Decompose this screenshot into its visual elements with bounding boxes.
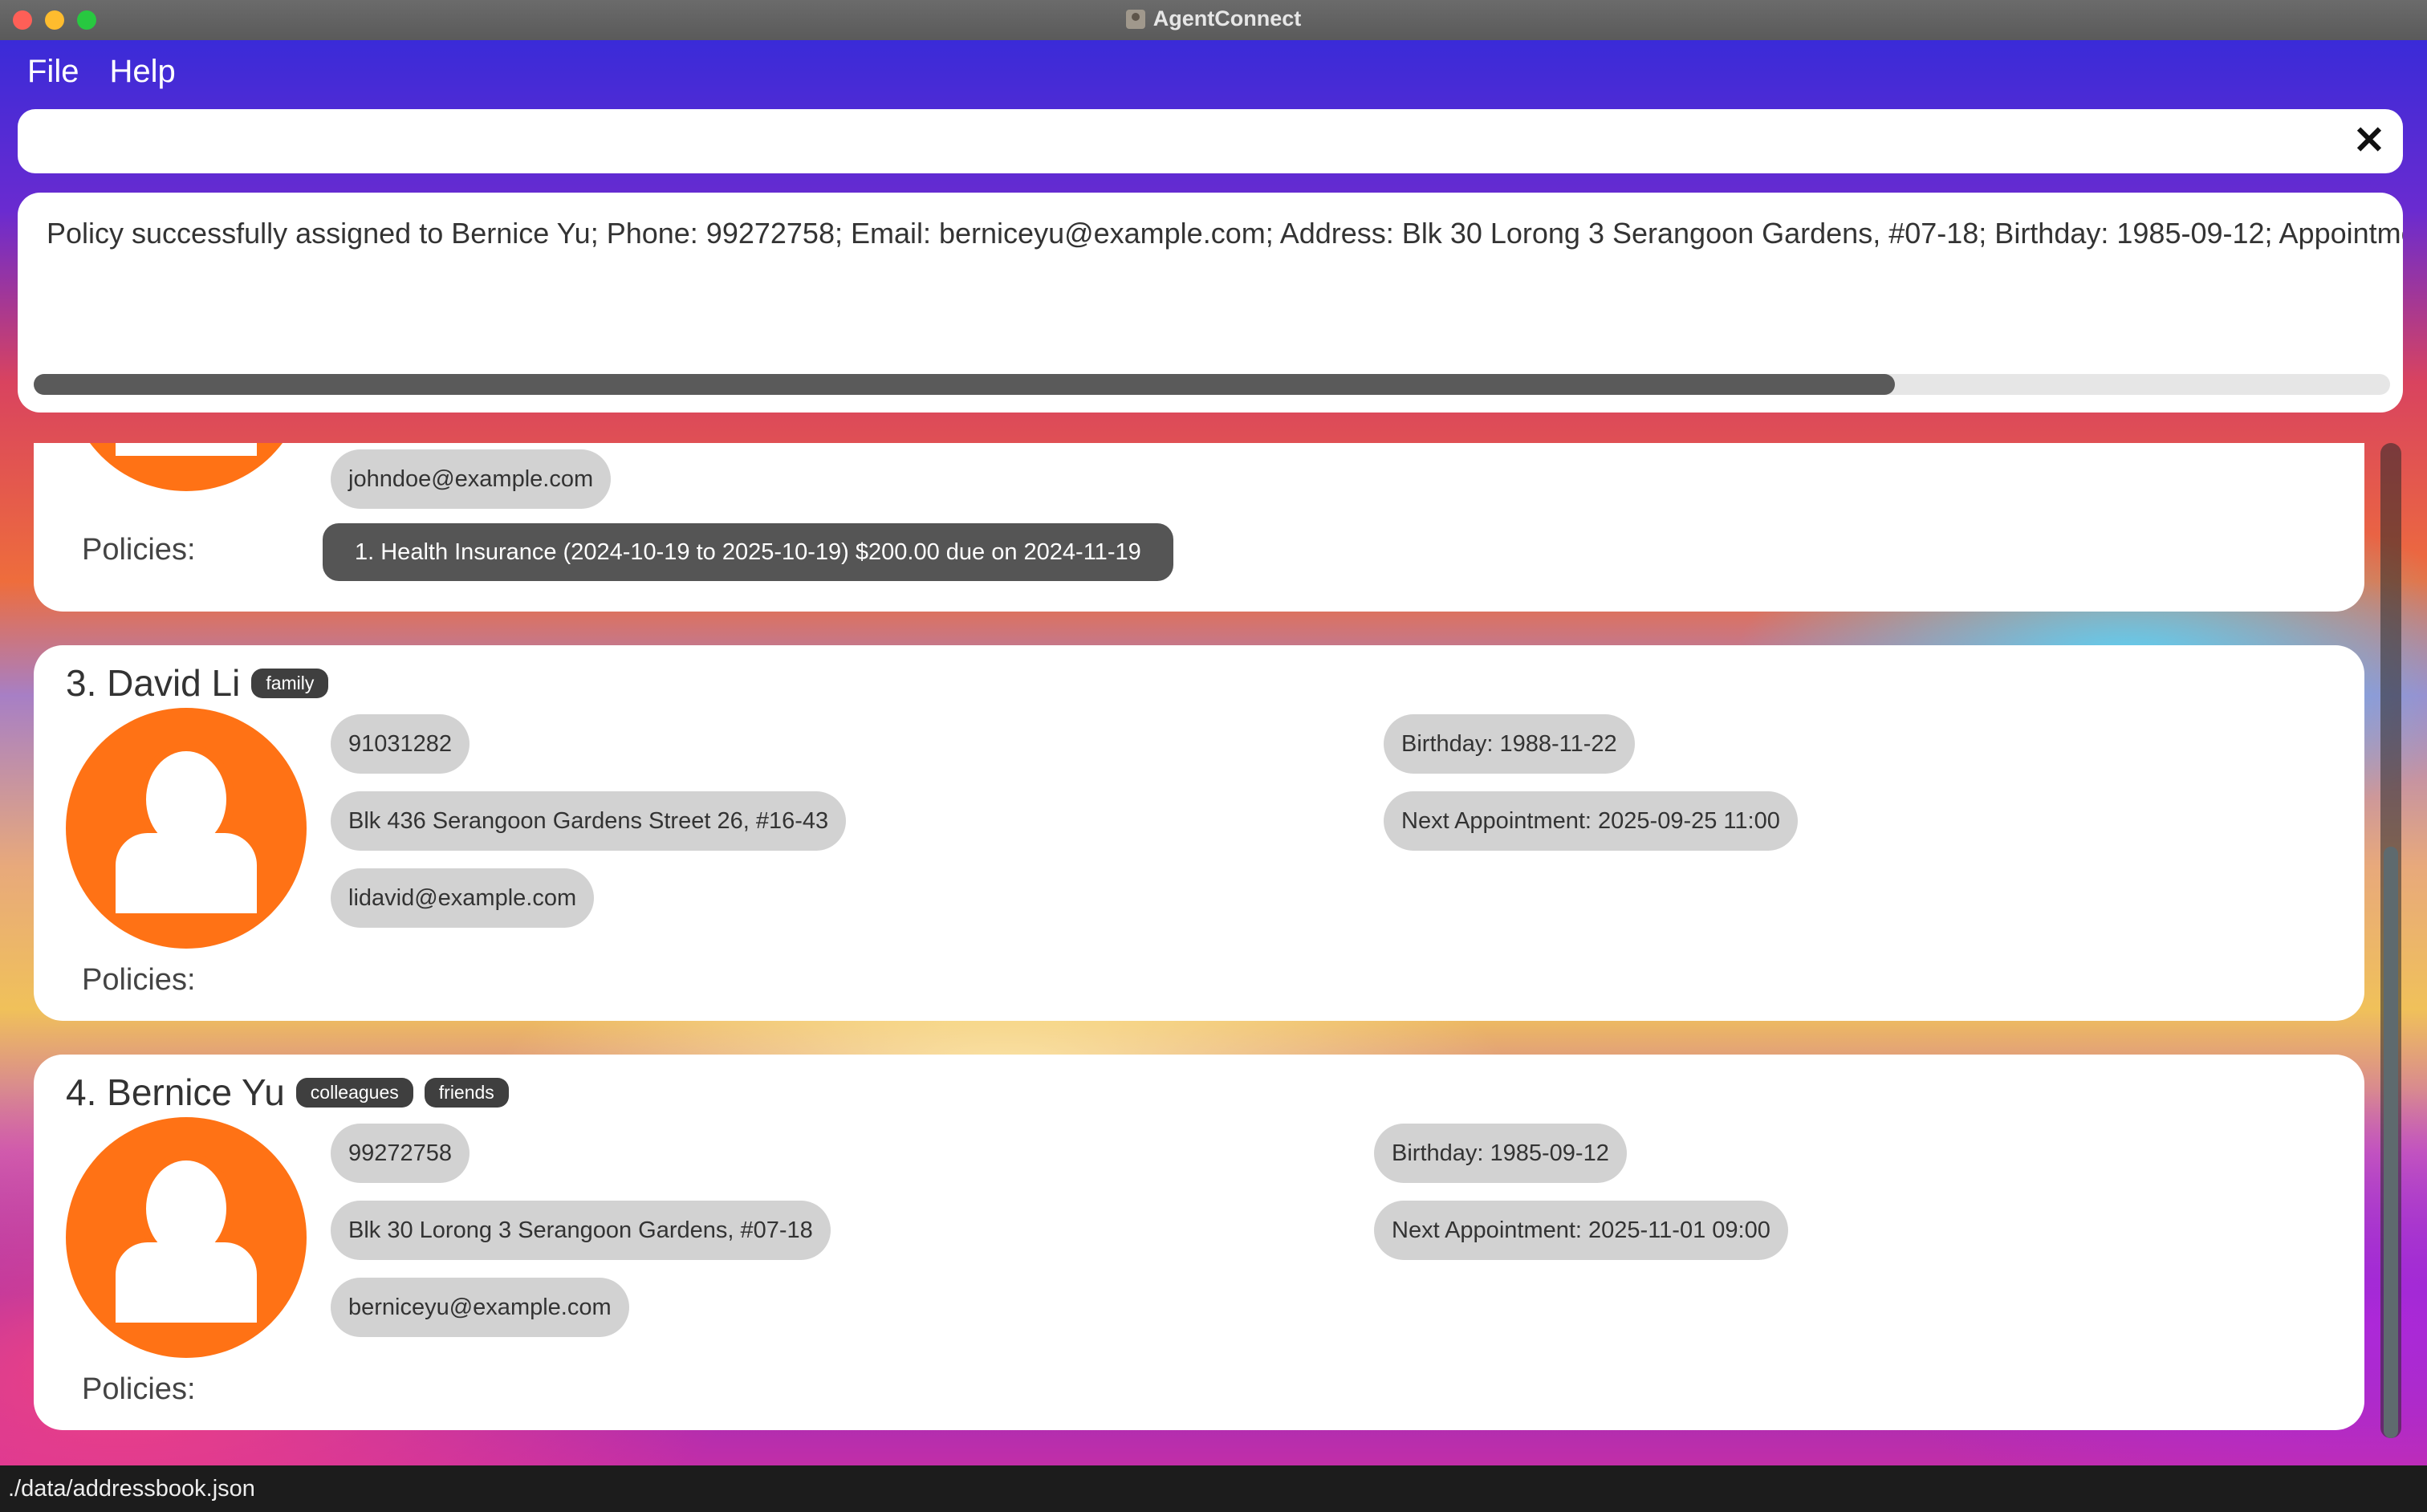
result-horizontal-scrollbar[interactable] xyxy=(34,374,2390,395)
result-message: Policy successfully assigned to Bernice … xyxy=(47,217,2403,250)
window-title-container: AgentConnect xyxy=(0,0,2427,39)
address-chip: Blk 436 Serangoon Gardens Street 26, #16… xyxy=(331,791,847,851)
result-scroll-thumb[interactable] xyxy=(34,374,1896,395)
person-card[interactable]: johndoe@example.com Policies: 1. Health … xyxy=(34,443,2364,612)
menu-bar: File Help xyxy=(0,43,190,100)
title-bar: AgentConnect xyxy=(0,0,2427,41)
avatar-icon xyxy=(66,708,307,949)
person-name-row: 4. Bernice Yu colleagues friends xyxy=(66,1071,509,1114)
policies-label: Policies: xyxy=(82,963,196,997)
birthday-chip: Birthday: 1988-11-22 xyxy=(1384,714,1635,774)
app-icon xyxy=(1125,10,1145,29)
command-box: ✕ xyxy=(18,109,2403,173)
window-title: AgentConnect xyxy=(1153,6,1302,30)
clear-icon[interactable]: ✕ xyxy=(2352,122,2387,161)
appointment-chip: Next Appointment: 2025-09-25 11:00 xyxy=(1384,791,1798,851)
person-card[interactable]: 3. David Li family 91031282 Blk 436 Seran… xyxy=(34,645,2364,1021)
command-input[interactable] xyxy=(40,117,2339,167)
person-name: 4. Bernice Yu xyxy=(66,1071,285,1113)
phone-chip: 99272758 xyxy=(331,1124,470,1183)
status-bar: ./data/addressbook.json xyxy=(0,1465,2427,1512)
tag-badge: friends xyxy=(424,1078,509,1108)
policies-label: Policies: xyxy=(82,1372,196,1406)
avatar-icon xyxy=(66,1117,307,1358)
email-chip: lidavid@example.com xyxy=(331,868,595,928)
address-chip: Blk 30 Lorong 3 Serangoon Gardens, #07-1… xyxy=(331,1201,831,1260)
appointment-chip: Next Appointment: 2025-11-01 09:00 xyxy=(1374,1201,1788,1260)
tag-badge: colleagues xyxy=(295,1078,413,1108)
policy-chip: 1. Health Insurance (2024-10-19 to 2025-… xyxy=(323,523,1173,581)
phone-chip: 91031282 xyxy=(331,714,470,774)
birthday-chip: Birthday: 1985-09-12 xyxy=(1374,1124,1627,1183)
result-display: Policy successfully assigned to Bernice … xyxy=(18,193,2403,413)
person-name: 3. David Li xyxy=(66,662,241,704)
menu-file[interactable]: File xyxy=(0,43,93,100)
person-card[interactable]: 4. Bernice Yu colleagues friends 99272758 … xyxy=(34,1055,2364,1430)
tag-badge: family xyxy=(251,669,329,698)
status-file-path: ./data/addressbook.json xyxy=(8,1476,255,1502)
list-scroll-thumb[interactable] xyxy=(2384,847,2398,1438)
email-chip: johndoe@example.com xyxy=(331,449,612,509)
menu-help[interactable]: Help xyxy=(93,43,189,100)
email-chip: berniceyu@example.com xyxy=(331,1278,629,1337)
person-list: johndoe@example.com Policies: 1. Health … xyxy=(0,443,2400,1465)
person-name-row: 3. David Li family xyxy=(66,661,329,705)
policies-label: Policies: xyxy=(82,533,196,567)
avatar-icon xyxy=(66,443,307,491)
